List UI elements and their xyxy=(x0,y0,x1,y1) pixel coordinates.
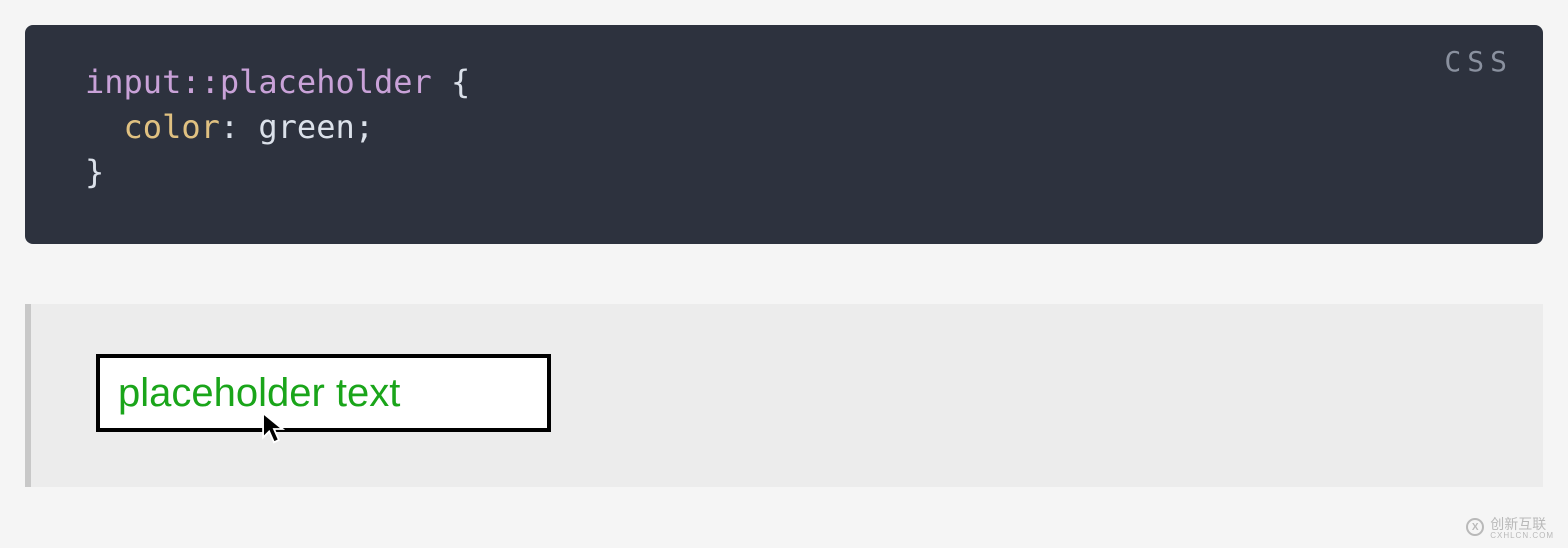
code-token-semicolon: ; xyxy=(355,108,374,146)
demo-input-wrapper xyxy=(96,354,551,432)
code-token-property: color xyxy=(124,108,220,146)
code-language-badge: CSS xyxy=(1444,45,1513,78)
code-content[interactable]: input::placeholder { color: green; } xyxy=(85,60,1483,194)
code-token-brace-close: } xyxy=(85,153,104,191)
demo-text-input[interactable] xyxy=(96,354,551,432)
watermark-sub: CXHLCN.COM xyxy=(1490,532,1554,540)
code-token-selector: input::placeholder xyxy=(85,63,432,101)
code-token-indent xyxy=(85,108,124,146)
example-output-box xyxy=(25,304,1543,487)
watermark-text: 创新互联 CXHLCN.COM xyxy=(1490,514,1554,540)
code-block: CSS input::placeholder { color: green; } xyxy=(25,25,1543,244)
watermark: X 创新互联 CXHLCN.COM xyxy=(1466,514,1554,540)
watermark-brand: 创新互联 xyxy=(1490,516,1546,532)
code-token-value: green xyxy=(258,108,354,146)
code-token-colon: : xyxy=(220,108,259,146)
code-token-brace: { xyxy=(432,63,471,101)
watermark-logo-icon: X xyxy=(1466,518,1484,536)
